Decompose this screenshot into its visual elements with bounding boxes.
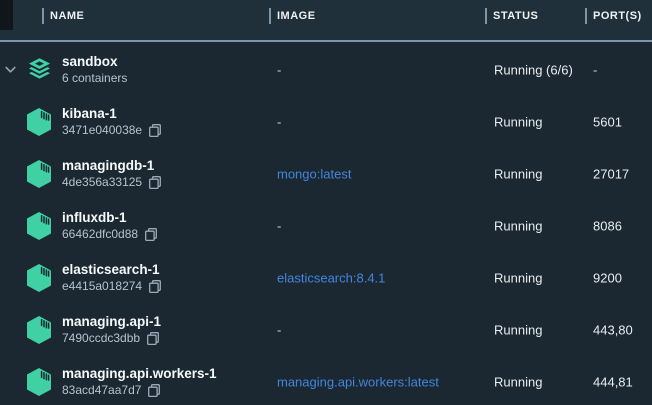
column-header-name: NAME [42,8,84,24]
copy-icon[interactable] [146,331,160,346]
status-cell: Running (6/6) [494,63,573,78]
copy-icon[interactable] [148,279,162,294]
container-id: 7490ccdc3dbb [62,331,140,346]
status-cell: Running [494,271,542,286]
name-block: kibana-1 3471e040038e [62,106,162,138]
image-cell: - [277,115,281,130]
container-icon [25,107,53,137]
copy-icon[interactable] [148,123,162,138]
header-corner [0,0,13,30]
image-cell: - [277,323,281,338]
row-title: sandbox [62,54,127,70]
container-id: 66462dfc0d88 [62,227,138,242]
row-title: kibana-1 [62,106,162,122]
ports-cell: - [593,63,597,78]
table-header: NAME IMAGE STATUS PORT(S) [0,0,652,42]
row-title: managingdb-1 [62,158,162,174]
ports-cell: 9200 [593,271,622,286]
name-block: managingdb-1 4de356a33125 [62,158,162,190]
ports-cell: 27017 [593,167,629,182]
row-title: managing.api.workers-1 [62,366,217,382]
container-id: 4de356a33125 [62,175,142,190]
copy-icon[interactable] [148,175,162,190]
container-icon [25,263,53,293]
image-link[interactable]: elasticsearch:8.4.1 [277,271,385,286]
table-row-managing-api-workers[interactable]: managing.api.workers-1 83acd47aa7d7 mana… [0,356,652,405]
column-header-image: IMAGE [269,8,316,24]
copy-icon[interactable] [144,227,158,242]
table-row-managingdb[interactable]: managingdb-1 4de356a33125 mongo:latest R… [0,148,652,200]
container-list-screen: NAME IMAGE STATUS PORT(S) sandbox 6 cont… [0,0,652,405]
image-link[interactable]: mongo:latest [277,167,351,182]
container-icon [25,315,53,345]
ports-cell: 444,81 [593,375,633,390]
image-cell: - [277,63,281,78]
name-block: elasticsearch-1 e4415a018274 [62,262,162,294]
ports-cell: 5601 [593,115,622,130]
name-block: managing.api.workers-1 83acd47aa7d7 [62,366,217,398]
status-cell: Running [494,375,542,390]
ports-cell: 8086 [593,219,622,234]
table-row-managing-api[interactable]: managing.api-1 7490ccdc3dbb - Running 44… [0,304,652,356]
copy-icon[interactable] [147,383,161,398]
ports-cell: 443,80 [593,323,633,338]
row-title: managing.api-1 [62,314,161,330]
container-id: 3471e040038e [62,123,142,138]
image-link[interactable]: managing.api.workers:latest [277,375,439,390]
table-row-elasticsearch[interactable]: elasticsearch-1 e4415a018274 elasticsear… [0,252,652,304]
image-cell: - [277,219,281,234]
container-rows: sandbox 6 containers - Running (6/6) - k… [0,44,652,405]
stack-icon [25,55,53,85]
table-row-kibana[interactable]: kibana-1 3471e040038e - Running 5601 [0,96,652,148]
container-id: 83acd47aa7d7 [62,383,141,398]
name-block: influxdb-1 66462dfc0d88 [62,210,158,242]
status-cell: Running [494,219,542,234]
row-title: influxdb-1 [62,210,158,226]
name-block: sandbox 6 containers [62,54,127,86]
status-cell: Running [494,323,542,338]
status-cell: Running [494,115,542,130]
column-header-ports: PORT(S) [585,8,642,24]
container-icon [25,367,53,397]
table-row-influxdb[interactable]: influxdb-1 66462dfc0d88 - Running 8086 [0,200,652,252]
table-row-sandbox[interactable]: sandbox 6 containers - Running (6/6) - [0,44,652,96]
row-subtitle: 6 containers [62,71,127,86]
column-header-status: STATUS [485,8,538,24]
container-icon [25,211,53,241]
status-cell: Running [494,167,542,182]
container-icon [25,159,53,189]
chevron-down-icon[interactable] [5,66,16,74]
row-title: elasticsearch-1 [62,262,162,278]
container-id: e4415a018274 [62,279,142,294]
name-block: managing.api-1 7490ccdc3dbb [62,314,161,346]
